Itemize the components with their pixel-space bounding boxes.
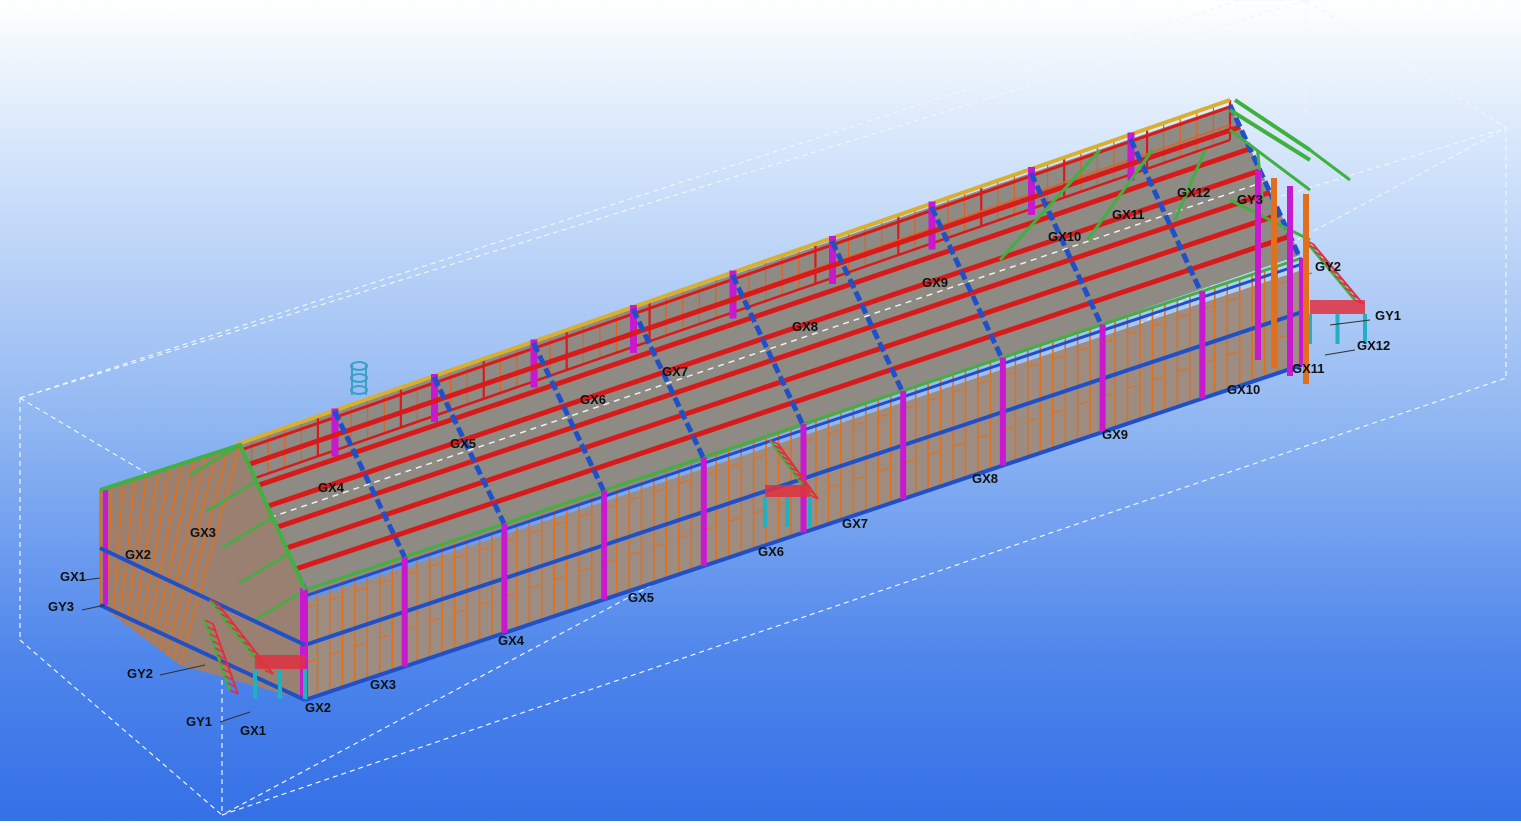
stair-post [303,669,307,699]
front-wall-column [501,523,508,633]
stair-landing [255,655,305,669]
front-wall-column [700,457,707,566]
ladder-cage-low [350,385,368,395]
roof-grid-label-gx7: GX7 [662,364,688,379]
left-end-grid-label-1: GX2 [125,547,151,562]
stair-post [763,497,767,527]
steel-building-3d-model: GX1 GX2 GX3 GX4 GX5 GX6 GX7 GX8 GX9 GX10 GX11 GX3 GX… [19,0,1508,816]
stair-post [808,497,812,527]
stair-post [1335,314,1340,344]
label-leader-gx1 [84,577,101,581]
right-end-column [1303,194,1309,384]
right-stair [1303,239,1367,344]
ladder-cage-top [350,361,368,371]
front-wall-column [900,390,907,499]
right-end-column [1271,178,1277,368]
roof-grid-label-gx6: GX6 [580,392,606,407]
front-grid-label-gx5: GX5 [628,590,654,605]
left-end-grid-label-3: GY2 [127,666,153,681]
front-grid-label-gx2: GX2 [305,700,331,715]
front-wall-column [1099,324,1106,432]
roof-access-ladder [350,361,368,395]
roof-grid-label-gx3: GX3 [190,525,216,540]
right-end-grid-label-3: GX12 [1357,338,1390,353]
label-leader-gy1 [219,711,251,723]
front-grid-label-gx6: GX6 [758,544,784,559]
left-end-grid-label-4: GY1 [186,714,212,729]
front-grid-label-gx7: GX7 [842,516,868,531]
left-end-corner-column [103,490,108,605]
front-grid-label-gx10: GX10 [1227,382,1260,397]
stair-landing [765,485,810,497]
front-wall-column [401,556,408,667]
right-end-column [1287,186,1293,376]
stair-post [253,669,257,699]
stair-landing [1310,300,1365,314]
front-grid-label-gx9: GX9 [1102,427,1128,442]
roof-grid-label-gx12: GX12 [1177,185,1210,200]
roof-grid-label-gx5: GX5 [450,436,476,451]
right-end-roof-truss [1309,148,1351,182]
roof-grid-label-gx10: GX10 [1048,229,1081,244]
roof-grid-label-gx9: GX9 [922,275,948,290]
stair-post [278,669,282,699]
left-end-grid-label-0: GX1 [60,569,86,584]
front-grid-label-gx8: GX8 [972,471,998,486]
left-end-grid-label-2: GY3 [48,599,74,614]
model-viewport[interactable]: GX1 GX2 GX3 GX4 GX5 GX6 GX7 GX8 GX9 GX10 GX11 GX3 GX… [0,0,1521,821]
front-grid-label-gx3: GX3 [370,677,396,692]
front-grid-label-gx11: GX11 [1292,361,1325,376]
front-wall-column [999,357,1006,466]
front-wall-column [601,490,608,600]
front-grid-label-gx4: GX4 [498,633,525,648]
roof-grid-label-gx4: GX4 [318,480,345,495]
right-end-grid-label-2: GY1 [1375,308,1401,323]
stair-post [785,497,790,527]
right-end-grid-label-1: GY2 [1315,259,1341,274]
roof-grid-label-gx11: GX11 [1112,207,1145,222]
roof-grid-label-gx8: GX8 [792,319,818,334]
right-end-grid-label-0: GY3 [1237,192,1263,207]
front-wall-column [1199,291,1206,399]
label-leader-right-gx12 [1324,349,1356,356]
front-grid-label-gx1: GX1 [240,723,266,738]
ladder-cage-mid [350,373,368,383]
